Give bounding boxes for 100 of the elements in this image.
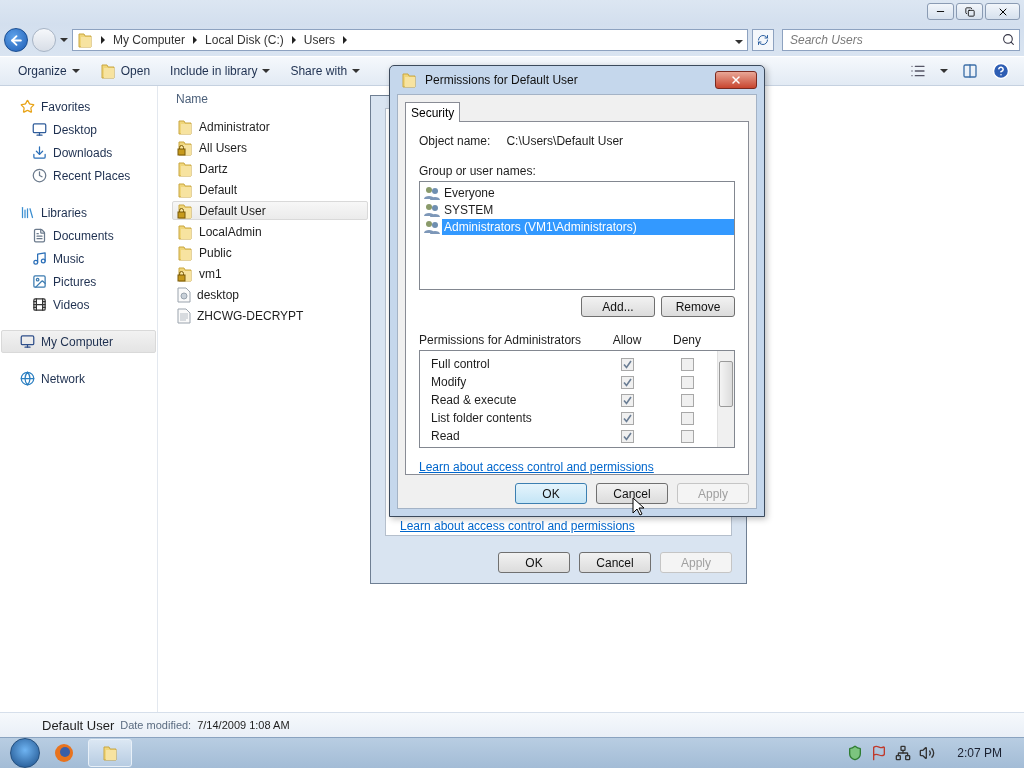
address-bar[interactable]: My Computer Local Disk (C:) Users <box>72 29 748 51</box>
folder-icon <box>99 63 116 79</box>
file-item[interactable]: Public <box>172 243 368 262</box>
monitor-icon <box>32 122 47 137</box>
restore-button[interactable] <box>956 3 983 20</box>
clock-icon <box>32 168 47 183</box>
deny-checkbox[interactable] <box>680 375 694 389</box>
file-item[interactable]: Dartz <box>172 159 368 178</box>
help-icon[interactable] <box>992 62 1010 80</box>
document-icon <box>177 307 191 324</box>
tab[interactable]: Security <box>405 102 461 122</box>
deny-checkbox[interactable] <box>680 411 694 425</box>
deny-checkbox[interactable] <box>680 357 694 371</box>
download-icon <box>32 145 47 160</box>
view-caret-icon[interactable] <box>940 69 948 73</box>
allow-checkbox[interactable] <box>620 357 634 371</box>
folder-icon <box>177 160 193 177</box>
sidebar-item[interactable]: Network <box>1 367 156 390</box>
start-button[interactable] <box>10 738 40 768</box>
breadcrumb[interactable]: My Computer <box>113 33 186 47</box>
allow-checkbox[interactable] <box>620 393 634 407</box>
sidebar-item[interactable]: Recent Places <box>1 164 156 187</box>
close-icon <box>730 74 742 86</box>
dialog-button[interactable]: Add... <box>581 296 655 317</box>
document-icon <box>32 228 47 243</box>
column-header: Allow <box>611 333 643 347</box>
dialog-button[interactable]: Cancel <box>596 483 668 504</box>
allow-checkbox[interactable] <box>620 411 634 425</box>
locked-folder-icon <box>177 139 193 156</box>
toolbar-button[interactable]: Organize <box>10 59 88 83</box>
file-item[interactable]: All Users <box>172 138 368 157</box>
breadcrumb[interactable]: Users <box>303 33 336 47</box>
user-item[interactable]: Everyone <box>442 184 497 201</box>
dialog-button[interactable]: OK <box>515 483 587 504</box>
details-label: Date modified: <box>120 719 192 731</box>
file-item[interactable]: Administrator <box>172 117 368 136</box>
search-field[interactable]: Search Users <box>782 29 1020 51</box>
sidebar-item[interactable]: Music <box>1 247 156 270</box>
toolbar-button[interactable]: Include in library <box>162 59 279 83</box>
deny-checkbox[interactable] <box>680 429 694 443</box>
clock[interactable]: 2:07 PM <box>957 746 1002 760</box>
file-item[interactable]: desktop <box>172 285 368 304</box>
sidebar-item[interactable]: Pictures <box>1 270 156 293</box>
folder-icon <box>177 244 193 261</box>
permission-name: Read <box>431 429 461 443</box>
sidebar-item[interactable]: Desktop <box>1 118 156 141</box>
scrollbar[interactable] <box>717 351 734 447</box>
sidebar-item[interactable]: My Computer <box>1 330 156 353</box>
dialog-button[interactable]: Remove <box>661 296 735 317</box>
folder-icon <box>177 223 193 240</box>
file-item[interactable]: LocalAdmin <box>172 222 368 241</box>
breadcrumb[interactable]: Local Disk (C:) <box>205 33 284 47</box>
permission-name: Full control <box>431 357 491 371</box>
volume-icon[interactable] <box>919 745 936 761</box>
user-item[interactable]: SYSTEM <box>442 201 496 218</box>
list-label: Permissions for Administrators <box>419 333 583 347</box>
field-label: Object name: <box>419 134 491 148</box>
history-caret-icon[interactable] <box>60 38 68 42</box>
back-button[interactable] <box>4 28 28 52</box>
library-icon <box>20 205 35 220</box>
details-name: Default User <box>42 717 115 733</box>
sidebar-item[interactable]: Downloads <box>1 141 156 164</box>
column-header[interactable]: Name <box>172 92 366 110</box>
toolbar-button[interactable]: Open <box>91 59 159 83</box>
permission-name: List folder contents <box>431 411 533 425</box>
deny-checkbox[interactable] <box>680 393 694 407</box>
flag-icon[interactable] <box>871 745 888 761</box>
file-item[interactable]: Default User <box>172 201 368 220</box>
view-options-icon[interactable] <box>910 63 926 79</box>
close-button[interactable] <box>715 71 757 89</box>
object-path: C:\Users\Default User <box>506 134 624 148</box>
folder-icon <box>102 745 118 761</box>
sidebar-item[interactable]: Libraries <box>1 201 156 224</box>
help-link[interactable]: Learn about access control and permissions <box>400 519 731 533</box>
permission-name: Read & execute <box>431 393 518 407</box>
allow-checkbox[interactable] <box>620 375 634 389</box>
folder-icon <box>401 72 417 88</box>
browser-taskbar-icon[interactable] <box>54 743 74 763</box>
file-item[interactable]: Default <box>172 180 368 199</box>
locked-folder-icon <box>177 202 193 219</box>
network-icon[interactable] <box>895 745 912 761</box>
preview-pane-icon[interactable] <box>962 63 978 79</box>
sidebar-item[interactable]: Favorites <box>1 95 156 118</box>
refresh-button[interactable] <box>752 29 774 51</box>
dialog-button[interactable]: Cancel <box>579 552 651 573</box>
users-icon <box>424 219 440 234</box>
locked-folder-icon <box>177 265 193 282</box>
allow-checkbox[interactable] <box>620 429 634 443</box>
computer-icon <box>20 334 35 349</box>
help-link[interactable]: Learn about access control and permissions <box>419 460 654 474</box>
details-value: 7/14/2009 1:08 AM <box>197 719 290 731</box>
music-icon <box>32 251 47 266</box>
dialog-button[interactable]: OK <box>498 552 570 573</box>
toolbar-button[interactable]: Share with <box>282 59 369 83</box>
file-item[interactable]: ZHCWG-DECRYPT <box>172 306 368 325</box>
file-item[interactable]: vm1 <box>172 264 368 283</box>
dropdown-caret-icon[interactable] <box>735 40 743 44</box>
shield-icon[interactable] <box>847 745 864 761</box>
sidebar-item[interactable]: Videos <box>1 293 156 316</box>
sidebar-item[interactable]: Documents <box>1 224 156 247</box>
